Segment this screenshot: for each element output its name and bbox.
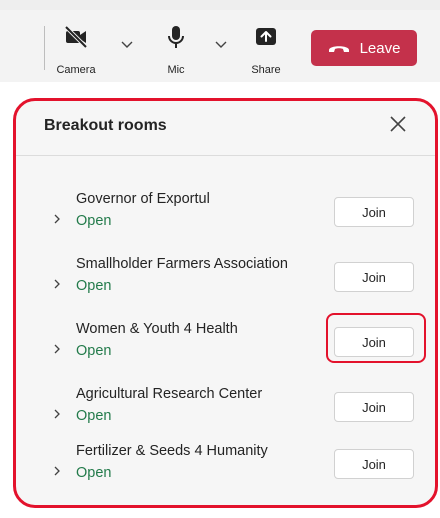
chevron-right-icon[interactable]	[52, 343, 62, 355]
share-label: Share	[251, 64, 281, 76]
chevron-right-icon[interactable]	[52, 278, 62, 290]
leave-label: Leave	[359, 39, 401, 57]
camera-off-icon	[64, 25, 88, 49]
breakout-rooms-panel: Breakout rooms Governor of Exportul Open…	[13, 98, 438, 508]
join-button[interactable]: Join	[334, 392, 414, 422]
mic-label: Mic	[167, 64, 185, 76]
room-row[interactable]: Governor of Exportul Open Join	[16, 191, 435, 251]
room-name: Agricultural Research Center	[76, 386, 263, 402]
panel-header: Breakout rooms	[16, 101, 435, 156]
phone-hangup-icon	[328, 46, 349, 52]
leave-button[interactable]: Leave	[311, 30, 417, 66]
mic-options-chevron-icon[interactable]	[214, 40, 228, 50]
chevron-right-icon[interactable]	[52, 465, 62, 477]
room-row[interactable]: Smallholder Farmers Association Open Joi…	[16, 256, 435, 316]
room-status: Open	[76, 408, 112, 424]
camera-options-chevron-icon[interactable]	[120, 40, 134, 50]
panel-title: Breakout rooms	[44, 117, 167, 134]
meeting-toolbar: Camera Mic Share Leave	[0, 10, 440, 82]
join-button[interactable]: Join	[334, 197, 414, 227]
join-button[interactable]: Join	[334, 262, 414, 292]
room-name: Fertilizer & Seeds 4 Humanity	[76, 443, 268, 459]
room-row[interactable]: Fertilizer & Seeds 4 Humanity Open Join	[16, 443, 435, 503]
microphone-icon	[168, 26, 184, 48]
close-icon[interactable]	[387, 113, 409, 135]
room-status: Open	[76, 465, 112, 481]
toolbar-divider	[44, 26, 45, 70]
chevron-right-icon[interactable]	[52, 408, 62, 420]
camera-label: Camera	[56, 64, 96, 76]
join-button[interactable]: Join	[334, 327, 414, 357]
join-button[interactable]: Join	[334, 449, 414, 479]
window-top-strip	[0, 0, 440, 10]
mic-button[interactable]: Mic	[148, 24, 204, 80]
room-name: Governor of Exportul	[76, 191, 210, 207]
room-status: Open	[76, 343, 112, 359]
room-status: Open	[76, 278, 112, 294]
camera-button[interactable]: Camera	[48, 24, 104, 80]
room-name: Women & Youth 4 Health	[76, 321, 238, 337]
room-row[interactable]: Women & Youth 4 Health Open Join	[16, 321, 435, 381]
room-name: Smallholder Farmers Association	[76, 256, 288, 272]
share-button[interactable]: Share	[238, 24, 294, 80]
share-screen-icon	[256, 28, 276, 45]
chevron-right-icon[interactable]	[52, 213, 62, 225]
room-status: Open	[76, 213, 112, 229]
room-row[interactable]: Agricultural Research Center Open Join	[16, 386, 435, 446]
